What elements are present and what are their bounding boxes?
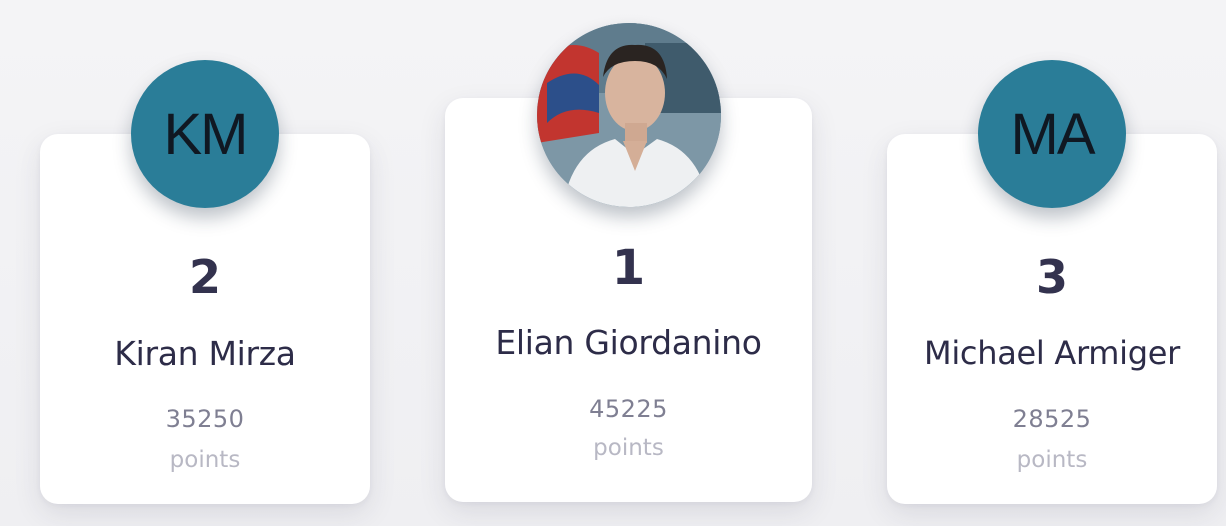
avatar[interactable]: KM <box>131 60 279 208</box>
user-photo-icon <box>537 23 721 207</box>
avatar[interactable]: MA <box>978 60 1126 208</box>
rank-number: 1 <box>611 240 646 296</box>
leaderboard-podium: 2 Kiran Mirza 35250 points 1 Elian Giord… <box>0 0 1226 526</box>
player-name: Michael Armiger <box>924 334 1180 372</box>
player-name: Kiran Mirza <box>114 334 296 373</box>
points-label: points <box>1016 447 1088 473</box>
points-value: 28525 <box>1012 405 1092 433</box>
points-label: points <box>169 447 241 473</box>
points-value: 35250 <box>165 405 245 433</box>
rank-number: 3 <box>1035 250 1068 304</box>
points-label: points <box>593 435 664 461</box>
player-name: Elian Giordanino <box>495 323 762 362</box>
avatar-photo[interactable] <box>537 23 721 207</box>
rank-number: 2 <box>188 250 221 304</box>
avatar-initials: KM <box>163 101 249 167</box>
points-value: 45225 <box>589 395 668 423</box>
avatar-initials: MA <box>1010 101 1096 167</box>
